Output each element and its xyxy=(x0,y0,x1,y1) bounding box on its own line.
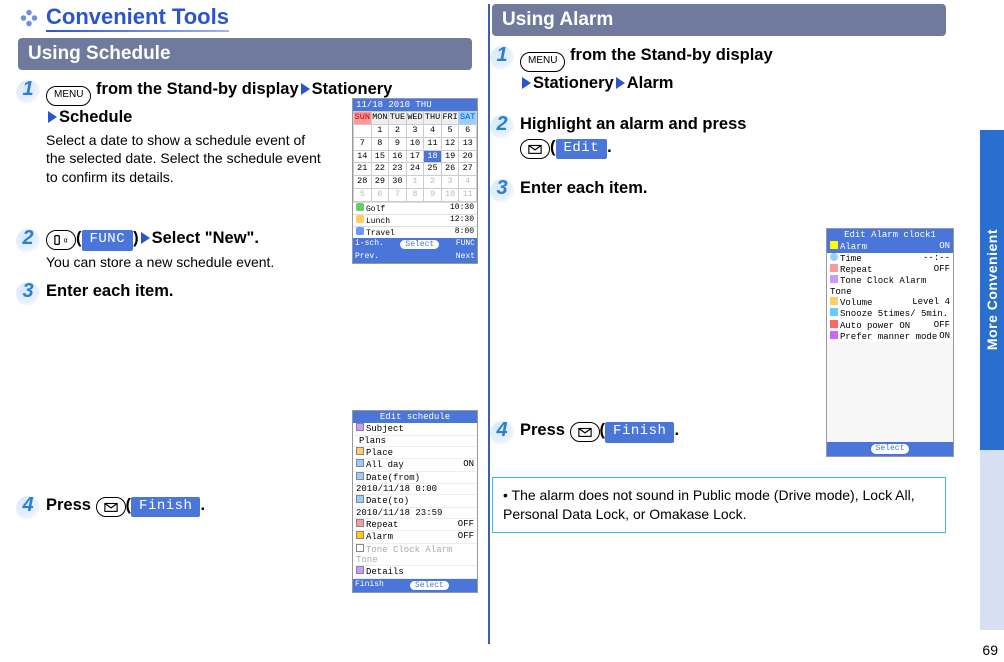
side-tab: More Convenient xyxy=(980,130,1004,450)
section-heading-schedule: Using Schedule xyxy=(18,38,472,70)
mail-key[interactable] xyxy=(570,422,600,442)
i-appli-key[interactable]: α xyxy=(46,230,76,250)
softkey-finish: Finish xyxy=(131,497,200,518)
alarm-step-1-text: MENU from the Stand-by displayStationery… xyxy=(520,44,946,95)
softkey-func: FUNC xyxy=(82,230,134,251)
note-box: • The alarm does not sound in Public mod… xyxy=(492,477,946,533)
menu-key[interactable]: MENU xyxy=(46,86,91,106)
arrow-icon xyxy=(48,111,57,123)
mail-key[interactable] xyxy=(96,497,126,517)
step-3: 3 Enter each item. xyxy=(18,280,472,304)
alarm-step-4-text: Press (Finish. xyxy=(520,419,946,443)
arrow-icon xyxy=(522,77,531,89)
svg-text:α: α xyxy=(64,238,68,245)
alarm-step-1: 1 MENU from the Stand-by displayStatione… xyxy=(492,44,946,95)
softkey-edit: Edit xyxy=(556,139,608,160)
chapter-title-row: Convenient Tools xyxy=(18,4,472,32)
step-number: 4 xyxy=(18,494,38,518)
step-4-text: Press (Finish. xyxy=(46,494,472,518)
page-number: 69 xyxy=(982,642,998,658)
calendar-grid: SUN MON TUE WED THU FRI SAT 123456 78910… xyxy=(353,111,477,201)
step-number: 2 xyxy=(492,113,512,137)
flower-icon xyxy=(18,7,40,29)
step-number: 4 xyxy=(492,419,512,443)
side-tab-gray xyxy=(980,450,1004,630)
note-text: The alarm does not sound in Public mode … xyxy=(503,487,915,522)
calendar-header: 11/18 2010 THU xyxy=(353,99,477,111)
mail-key[interactable] xyxy=(520,139,550,159)
step-number: 2 xyxy=(18,227,38,251)
step-3-text: Enter each item. xyxy=(46,280,472,303)
step-1-sub: Select a date to show a schedule event o… xyxy=(46,131,326,188)
step-2-text: α(FUNC)Select "New". xyxy=(46,227,472,251)
step-2-sub: You can store a new schedule event. xyxy=(46,253,472,272)
arrow-icon xyxy=(141,232,150,244)
alarm-step-4: 4 Press (Finish. xyxy=(492,419,946,443)
section-heading-alarm: Using Alarm xyxy=(492,4,946,36)
step-2: 2 α(FUNC)Select "New". You can store a n… xyxy=(18,227,472,271)
side-tab-label: More Convenient xyxy=(984,229,1000,350)
step-number: 3 xyxy=(18,280,38,304)
step-number: 1 xyxy=(18,78,38,102)
alarm-step-3: 3 Enter each item. xyxy=(492,177,946,201)
chapter-title: Convenient Tools xyxy=(46,4,229,32)
arrow-icon xyxy=(301,83,310,95)
alarm-step-3-text: Enter each item. xyxy=(520,177,946,200)
step-4: 4 Press (Finish. xyxy=(18,494,472,518)
arrow-icon xyxy=(616,77,625,89)
menu-key[interactable]: MENU xyxy=(520,52,565,72)
step-number: 1 xyxy=(492,44,512,68)
alarm-step-2: 2 Highlight an alarm and press (Edit. xyxy=(492,113,946,160)
step-number: 3 xyxy=(492,177,512,201)
alarm-step-2-text: Highlight an alarm and press (Edit. xyxy=(520,113,946,160)
softkey-finish: Finish xyxy=(605,422,674,443)
